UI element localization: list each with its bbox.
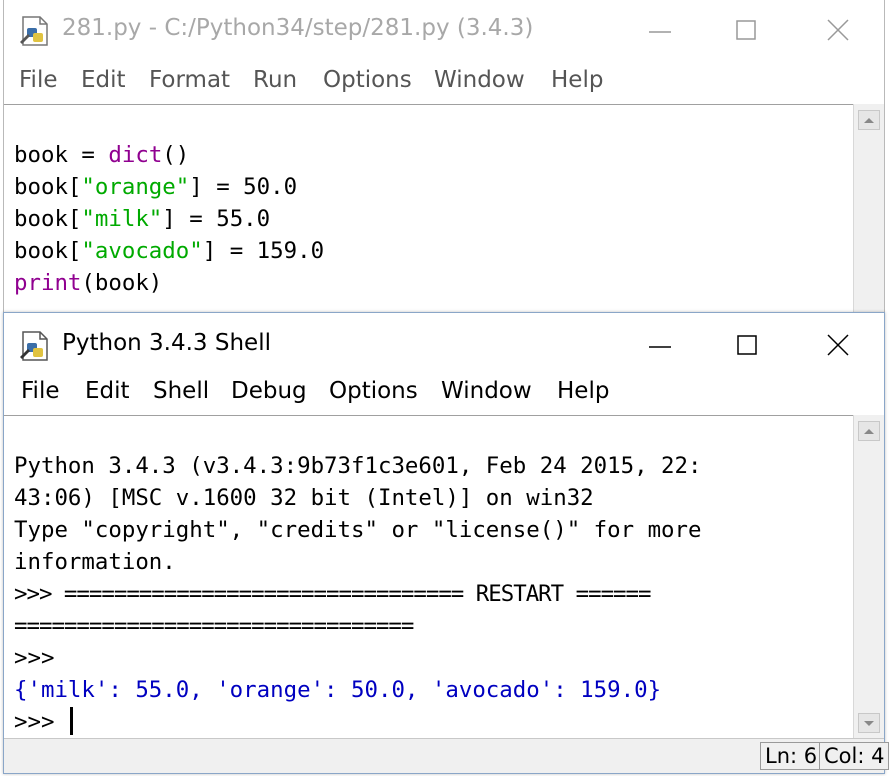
window-title: 281.py - C:/Python34/step/281.py (3.4.3) — [62, 15, 534, 41]
menu-options[interactable]: Options — [329, 378, 418, 404]
shell-scrollbar[interactable] — [853, 415, 884, 739]
menu-format[interactable]: Format — [149, 67, 230, 93]
shell-line: ================================ — [14, 613, 414, 639]
shell-line: information. — [14, 549, 176, 575]
close-icon — [827, 334, 849, 356]
menu-help[interactable]: Help — [551, 67, 603, 93]
close-button[interactable] — [816, 10, 860, 50]
menu-debug[interactable]: Debug — [231, 378, 307, 404]
shell-menubar: File Edit Shell Debug Options Window Hel… — [4, 373, 884, 413]
python-file-icon — [20, 331, 48, 361]
shell-prompt-line: >>> — [14, 706, 702, 738]
python-file-icon — [20, 16, 48, 46]
shell-text-area[interactable]: Python 3.4.3 (v3.4.3:9b73f1c3e601, Feb 2… — [4, 415, 854, 739]
shell-line: >>> ================================ RES… — [14, 581, 651, 607]
minimize-button[interactable] — [639, 323, 683, 363]
status-bar: Ln: 6 Col: 4 — [4, 738, 890, 773]
editor-titlebar[interactable]: 281.py - C:/Python34/step/281.py (3.4.3) — [4, 0, 884, 60]
editor-window: 281.py - C:/Python34/step/281.py (3.4.3)… — [3, 0, 885, 318]
shell-window: Python 3.4.3 Shell File Edit Shell Debug… — [3, 312, 890, 774]
shell-line: Python 3.4.3 (v3.4.3:9b73f1c3e601, Feb 2… — [14, 453, 702, 479]
shell-line: >>> — [14, 645, 68, 671]
shell-line: {'milk': 55.0, 'orange': 50.0, 'avocado'… — [14, 677, 662, 703]
menu-shell[interactable]: Shell — [153, 378, 209, 404]
code-editor: book = dict() book["orange"] = 50.0 book["… — [14, 107, 324, 317]
window-title: Python 3.4.3 Shell — [62, 330, 271, 356]
menu-help[interactable]: Help — [557, 378, 609, 404]
menu-edit[interactable]: Edit — [81, 67, 126, 93]
shell-line: 43:06) [MSC v.1600 32 bit (Intel)] on wi… — [14, 485, 594, 511]
code-line: book["milk"] = 55.0 — [14, 206, 271, 232]
chevron-up-icon — [864, 118, 874, 123]
scroll-up-button[interactable] — [858, 110, 880, 130]
status-line-number: Ln: 6 — [760, 742, 823, 770]
close-button[interactable] — [816, 323, 860, 363]
menu-file[interactable]: File — [21, 378, 60, 404]
shell-line: Type "copyright", "credits" or "license(… — [14, 517, 702, 543]
editor-scrollbar[interactable] — [853, 104, 884, 317]
minimize-icon — [649, 31, 671, 33]
editor-menubar: File Edit Format Run Options Window Help — [4, 62, 884, 102]
chevron-down-icon — [864, 721, 874, 726]
code-line: book = dict() — [14, 142, 190, 168]
minimize-button[interactable] — [639, 10, 683, 50]
menu-file[interactable]: File — [19, 67, 58, 93]
status-column-number: Col: 4 — [819, 742, 890, 770]
shell-output: Python 3.4.3 (v3.4.3:9b73f1c3e601, Feb 2… — [14, 418, 702, 739]
chevron-up-icon — [864, 429, 874, 434]
shell-prompt: >>> — [14, 709, 68, 735]
menu-options[interactable]: Options — [323, 67, 412, 93]
minimize-icon — [649, 346, 671, 348]
menu-window[interactable]: Window — [441, 378, 532, 404]
code-line: book["avocado"] = 159.0 — [14, 238, 325, 264]
maximize-icon — [736, 20, 756, 40]
maximize-button[interactable] — [726, 10, 770, 50]
maximize-icon — [737, 335, 757, 355]
menu-window[interactable]: Window — [434, 67, 525, 93]
text-cursor — [69, 707, 73, 735]
editor-text-area[interactable]: book = dict() book["orange"] = 50.0 book["… — [4, 104, 854, 317]
menu-run[interactable]: Run — [253, 67, 297, 93]
shell-titlebar[interactable]: Python 3.4.3 Shell — [4, 313, 884, 373]
scroll-down-button[interactable] — [858, 713, 880, 733]
close-icon — [827, 19, 849, 41]
maximize-button[interactable] — [726, 323, 770, 363]
code-line: print(book) — [14, 270, 163, 296]
code-line: book["orange"] = 50.0 — [14, 174, 298, 200]
menu-edit[interactable]: Edit — [85, 378, 130, 404]
scroll-up-button[interactable] — [858, 421, 880, 441]
